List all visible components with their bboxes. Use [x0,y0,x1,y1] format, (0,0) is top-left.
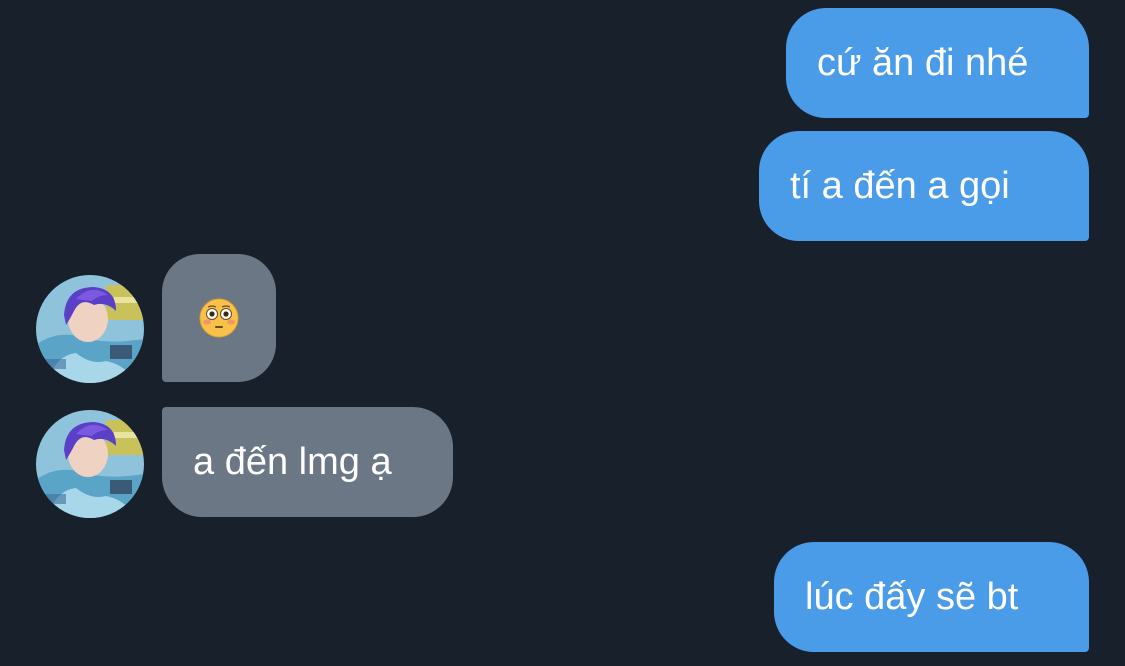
outgoing-message-bubble[interactable]: cứ ăn đi nhé [786,8,1089,118]
outgoing-message-bubble[interactable]: lúc đấy sẽ bt [774,542,1089,652]
message-text: a đến lmg ạ [193,441,392,483]
incoming-message-bubble[interactable] [162,254,276,382]
flushed-face-emoji-icon [199,298,239,338]
chat-thread: cứ ăn đi nhé tí a đến a gọi a đến lmg ạ … [0,0,1125,666]
message-text: lúc đấy sẽ bt [805,576,1019,618]
message-text: cứ ăn đi nhé [817,42,1029,84]
message-text: tí a đến a gọi [790,165,1010,207]
avatar-photo-icon [36,275,144,383]
contact-avatar[interactable] [36,410,144,518]
incoming-message-bubble[interactable]: a đến lmg ạ [162,407,453,517]
avatar-photo-icon [36,410,144,518]
outgoing-message-bubble[interactable]: tí a đến a gọi [759,131,1089,241]
contact-avatar[interactable] [36,275,144,383]
